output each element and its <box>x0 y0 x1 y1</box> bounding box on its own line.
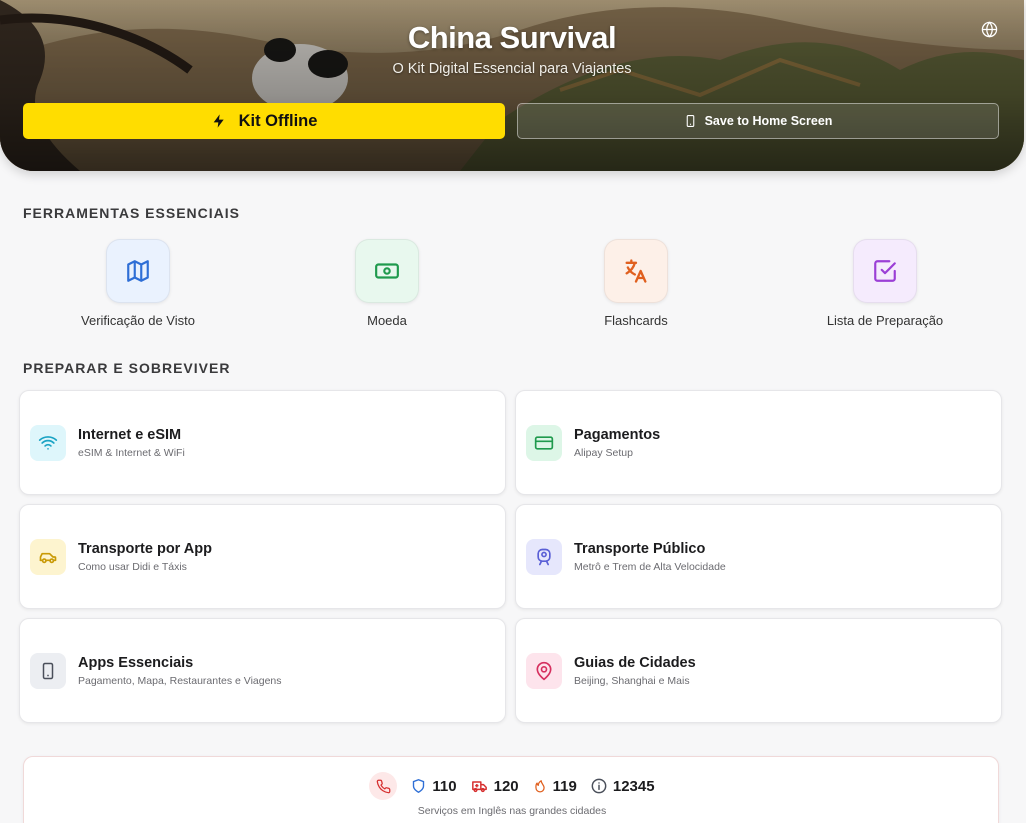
card-icon-box <box>30 653 66 689</box>
guide-card-public-transport[interactable]: Transporte Público Metrô e Trem de Alta … <box>515 504 1002 609</box>
card-subtitle: eSIM & Internet & WiFi <box>78 447 185 459</box>
tool-label: Lista de Preparação <box>826 313 944 328</box>
app-title: China Survival <box>407 20 617 55</box>
emergency-numbers-panel: 110 120 119 12345 Serviços em Inglês nas… <box>23 756 999 823</box>
train-icon <box>537 548 551 566</box>
tool-icon-box <box>106 239 170 303</box>
car-icon <box>39 552 57 564</box>
card-title: Transporte Público <box>574 541 706 557</box>
offline-kit-button[interactable]: Kit Offline <box>23 103 505 139</box>
guide-card-essential-apps[interactable]: Apps Essenciais Pagamento, Mapa, Restaur… <box>19 618 506 723</box>
tool-icon-box <box>604 239 668 303</box>
card-title: Apps Essenciais <box>78 655 194 671</box>
credit-card-icon <box>534 436 554 450</box>
emergency-police[interactable]: 110 <box>411 777 457 795</box>
card-title: Internet e eSIM <box>78 427 182 443</box>
card-icon-box <box>526 539 562 575</box>
card-title: Guias de Cidades <box>574 655 696 671</box>
card-subtitle: Pagamento, Mapa, Restaurantes e Viagens <box>78 675 282 687</box>
emergency-call-button[interactable] <box>369 772 398 800</box>
smartphone-icon <box>686 115 694 127</box>
translate-icon <box>625 259 647 283</box>
globe-icon <box>981 20 997 38</box>
tool-label: Verificação de Visto <box>81 313 195 328</box>
tool-flashcards[interactable]: Flashcards <box>536 239 736 328</box>
card-icon-box <box>30 539 66 575</box>
wifi-icon <box>38 436 58 450</box>
ambulance-number: 120 <box>493 777 519 795</box>
phone-icon <box>376 779 391 793</box>
emergency-fire[interactable]: 119 <box>533 778 577 795</box>
tools-section-title: FERRAMENTAS ESSENCIAIS <box>23 205 240 221</box>
emergency-hotline[interactable]: 12345 <box>591 778 655 795</box>
tool-icon-box <box>853 239 917 303</box>
checkbox-icon <box>874 260 896 282</box>
smartphone-icon <box>42 662 54 680</box>
card-icon-box <box>526 425 562 461</box>
hero-banner: China Survival O Kit Digital Essencial p… <box>0 0 1024 171</box>
emergency-numbers-row: 110 120 119 12345 <box>24 772 1000 800</box>
tool-label: Flashcards <box>604 313 668 328</box>
guide-card-ride-hailing[interactable]: Transporte por App Como usar Didi e Táxi… <box>19 504 506 609</box>
hotline-number: 12345 <box>612 777 655 795</box>
card-icon-box <box>30 425 66 461</box>
map-pin-icon <box>536 661 552 681</box>
tools-grid: Verificação de Visto Moeda Flashcards Li… <box>0 239 1024 329</box>
banknote-icon <box>375 263 399 279</box>
tool-label: Moeda <box>367 313 407 328</box>
tool-icon-box <box>355 239 419 303</box>
card-subtitle: Como usar Didi e Táxis <box>78 561 187 573</box>
info-icon <box>591 778 607 794</box>
fire-number: 119 <box>552 777 577 795</box>
lightning-icon <box>213 114 224 128</box>
card-title: Pagamentos <box>574 427 661 443</box>
guide-card-internet[interactable]: Internet e eSIM eSIM & Internet & WiFi <box>19 390 506 495</box>
guide-card-city-guides[interactable]: Guias de Cidades Beijing, Shanghai e Mai… <box>515 618 1002 723</box>
shield-icon <box>413 779 425 794</box>
language-button[interactable] <box>980 20 998 38</box>
ambulance-icon <box>471 781 487 793</box>
card-subtitle: Metrô e Trem de Alta Velocidade <box>574 561 726 573</box>
offline-kit-label: Kit Offline <box>238 111 318 130</box>
card-subtitle: Beijing, Shanghai e Mais <box>574 675 690 687</box>
emergency-ambulance[interactable]: 120 <box>471 778 519 795</box>
tool-packing-list[interactable]: Lista de Preparação <box>785 239 985 328</box>
tool-visa-check[interactable]: Verificação de Visto <box>38 239 238 328</box>
save-to-home-button[interactable]: Save to Home Screen <box>517 103 999 139</box>
app-subtitle: O Kit Digital Essencial para Viajantes <box>392 61 632 77</box>
police-number: 110 <box>432 777 457 795</box>
flame-icon <box>534 780 545 793</box>
map-icon <box>127 260 149 282</box>
card-subtitle: Alipay Setup <box>574 447 633 459</box>
guides-section-title: PREPARAR E SOBREVIVER <box>23 360 231 376</box>
save-to-home-label: Save to Home Screen <box>704 114 833 128</box>
card-icon-box <box>526 653 562 689</box>
tool-currency[interactable]: Moeda <box>287 239 487 328</box>
card-title: Transporte por App <box>78 541 212 557</box>
guide-card-payments[interactable]: Pagamentos Alipay Setup <box>515 390 1002 495</box>
emergency-note: Serviços em Inglês nas grandes cidades <box>417 805 607 817</box>
